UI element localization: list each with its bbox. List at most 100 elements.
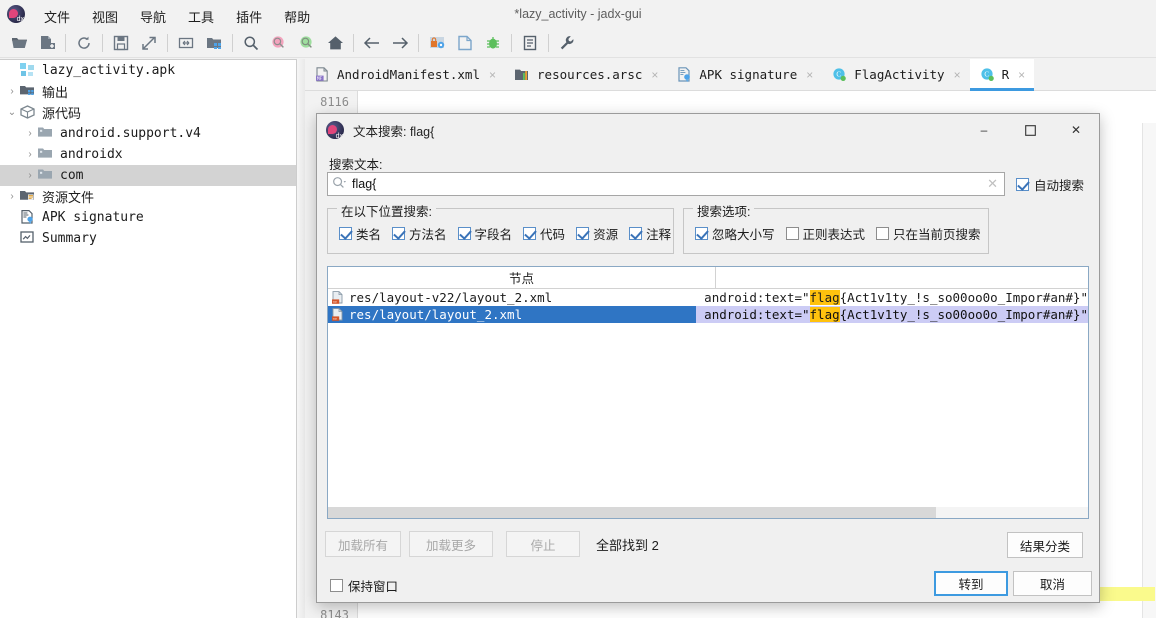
checkbox-box[interactable] — [576, 227, 590, 240]
results-code-cell[interactable]: android:text="flag{Act1v1ty_!s_so00oo0o_… — [696, 306, 1088, 323]
search-results-table[interactable]: 节点 <> res/layout-v22/layout_2.xml androi… — [327, 266, 1089, 519]
decompile-icon[interactable] — [452, 30, 478, 56]
code-marker-bar[interactable] — [1100, 123, 1156, 618]
tree-node-androidx[interactable]: › androidx — [0, 144, 296, 165]
text-search-dialog[interactable]: 文本搜索: flag{ – ✕ 搜索文本: flag{ ✕ 自动搜索 在以下位置 — [316, 113, 1100, 603]
group-results-button[interactable]: 结果分类 — [1007, 532, 1083, 558]
checkbox-box[interactable] — [785, 227, 799, 240]
deobfuscation-icon[interactable] — [424, 30, 450, 56]
tab-apk-signature[interactable]: APK signature × — [667, 59, 823, 90]
checkbox-box[interactable] — [523, 227, 537, 240]
menu-help[interactable]: 帮助 — [273, 8, 321, 28]
close-icon[interactable]: × — [1018, 68, 1025, 82]
checkbox-box[interactable] — [629, 227, 643, 240]
checkbox-box[interactable] — [457, 227, 471, 240]
results-horizontal-scrollbar[interactable] — [328, 507, 1088, 518]
checkbox-box[interactable] — [876, 227, 890, 240]
search-class-icon[interactable] — [266, 30, 292, 56]
debugger-icon[interactable] — [480, 30, 506, 56]
goto-button[interactable]: 转到 — [934, 571, 1008, 596]
checkbox-box[interactable] — [339, 227, 352, 240]
chevron-right-icon[interactable]: › — [22, 128, 38, 139]
close-icon[interactable]: × — [489, 68, 496, 82]
checkbox-code[interactable]: 代码 — [523, 224, 565, 243]
maximize-icon[interactable] — [1007, 114, 1053, 146]
forward-icon[interactable] — [387, 30, 413, 56]
checkbox-field-name[interactable]: 字段名 — [457, 224, 512, 243]
stop-button[interactable]: 停止 — [506, 531, 580, 557]
checkbox-current-page-only[interactable]: 只在当前页搜索 — [876, 224, 981, 243]
tab-androidmanifest-xml[interactable]: MF AndroidManifest.xml × — [305, 59, 506, 90]
menu-navigation[interactable]: 导航 — [129, 8, 177, 28]
results-code-cell[interactable]: android:text="flag{Act1v1ty_!s_so00oo0o_… — [696, 289, 1088, 306]
main-activity-icon[interactable] — [322, 30, 348, 56]
split-pane-divider[interactable] — [297, 59, 600, 618]
chevron-right-icon[interactable]: › — [4, 191, 20, 202]
save-all-icon[interactable] — [108, 30, 134, 56]
tree-node-source-code[interactable]: ⌄ 源代码 — [0, 102, 296, 123]
cancel-button[interactable]: 取消 — [1013, 571, 1092, 596]
table-row[interactable]: <> res/layout/layout_2.xml android:text=… — [328, 306, 1088, 323]
search-input[interactable]: flag{ ✕ — [327, 172, 1005, 196]
tree-node-apk[interactable]: lazy_activity.apk — [0, 60, 296, 81]
sync-icon[interactable] — [173, 30, 199, 56]
menu-file[interactable]: 文件 — [33, 8, 81, 28]
tab-resources-arsc[interactable]: resources.arsc × — [505, 59, 668, 90]
flat-packages-icon[interactable] — [201, 30, 227, 56]
results-node-cell[interactable]: <> res/layout-v22/layout_2.xml — [328, 289, 696, 306]
preferences-icon[interactable] — [554, 30, 580, 56]
tree-node-output[interactable]: › 输出 — [0, 81, 296, 102]
tree-node-android-support-v4[interactable]: › android.support.v4 — [0, 123, 296, 144]
chevron-right-icon[interactable]: › — [22, 170, 38, 181]
tab-flagactivity[interactable]: C FlagActivity × — [822, 59, 970, 90]
search-comment-icon[interactable] — [294, 30, 320, 56]
project-tree-panel[interactable]: lazy_activity.apk › 输出 ⌄ 源代码 › android.s… — [0, 59, 297, 618]
chevron-down-icon[interactable]: ⌄ — [4, 107, 20, 118]
results-column-header-node[interactable]: 节点 — [328, 267, 716, 288]
tree-node-com[interactable]: › com — [0, 165, 296, 186]
chevron-right-icon[interactable]: › — [4, 86, 20, 97]
close-icon[interactable]: × — [651, 68, 658, 82]
back-icon[interactable] — [359, 30, 385, 56]
search-input-value[interactable]: flag{ — [352, 177, 987, 191]
checkbox-resource[interactable]: 资源 — [576, 224, 618, 243]
results-column-header-code[interactable] — [716, 267, 1088, 288]
checkbox-box[interactable] — [392, 227, 406, 240]
checkbox-box[interactable] — [330, 579, 343, 592]
checkbox-class-name[interactable]: 类名 — [339, 224, 381, 243]
log-viewer-icon[interactable] — [517, 30, 543, 56]
search-match-marker[interactable] — [1100, 587, 1155, 601]
chevron-right-icon[interactable]: › — [22, 149, 38, 160]
open-file-icon[interactable] — [6, 30, 32, 56]
add-files-icon[interactable] — [34, 30, 60, 56]
tab-r[interactable]: C R × — [969, 59, 1035, 91]
load-more-button[interactable]: 加载更多 — [409, 531, 493, 557]
menu-plugins[interactable]: 插件 — [225, 8, 273, 28]
checkbox-comment[interactable]: 注释 — [629, 224, 671, 243]
tree-node-summary[interactable]: Summary — [0, 228, 296, 249]
checkbox-box[interactable] — [1016, 177, 1029, 191]
close-icon[interactable]: × — [806, 68, 813, 82]
search-text-icon[interactable] — [238, 30, 264, 56]
results-node-cell[interactable]: <> res/layout/layout_2.xml — [328, 306, 697, 323]
tree-node-apk-signature[interactable]: APK signature — [0, 207, 296, 228]
tree-node-resources[interactable]: › 资源文件 — [0, 186, 296, 207]
clear-icon[interactable]: ✕ — [987, 176, 998, 192]
export-gradle-icon[interactable] — [136, 30, 162, 56]
dialog-titlebar[interactable]: 文本搜索: flag{ – ✕ — [317, 114, 1099, 146]
close-icon[interactable]: ✕ — [1053, 114, 1099, 146]
checkbox-method-name[interactable]: 方法名 — [392, 224, 447, 243]
table-row[interactable]: <> res/layout-v22/layout_2.xml android:t… — [328, 289, 1088, 306]
search-dropdown-icon[interactable] — [332, 176, 348, 192]
checkbox-box[interactable] — [695, 227, 708, 240]
menu-tools[interactable]: 工具 — [177, 8, 225, 28]
checkbox-ignore-case[interactable]: 忽略大小写 — [695, 224, 775, 243]
scrollbar-thumb[interactable] — [328, 507, 936, 518]
checkbox-regex[interactable]: 正则表达式 — [785, 224, 865, 243]
auto-search-checkbox[interactable]: 自动搜索 — [1016, 175, 1084, 194]
menu-view[interactable]: 视图 — [81, 8, 129, 28]
load-all-button[interactable]: 加载所有 — [325, 531, 401, 557]
minimize-icon[interactable]: – — [961, 114, 1007, 146]
reload-icon[interactable] — [71, 30, 97, 56]
close-icon[interactable]: × — [954, 68, 961, 82]
